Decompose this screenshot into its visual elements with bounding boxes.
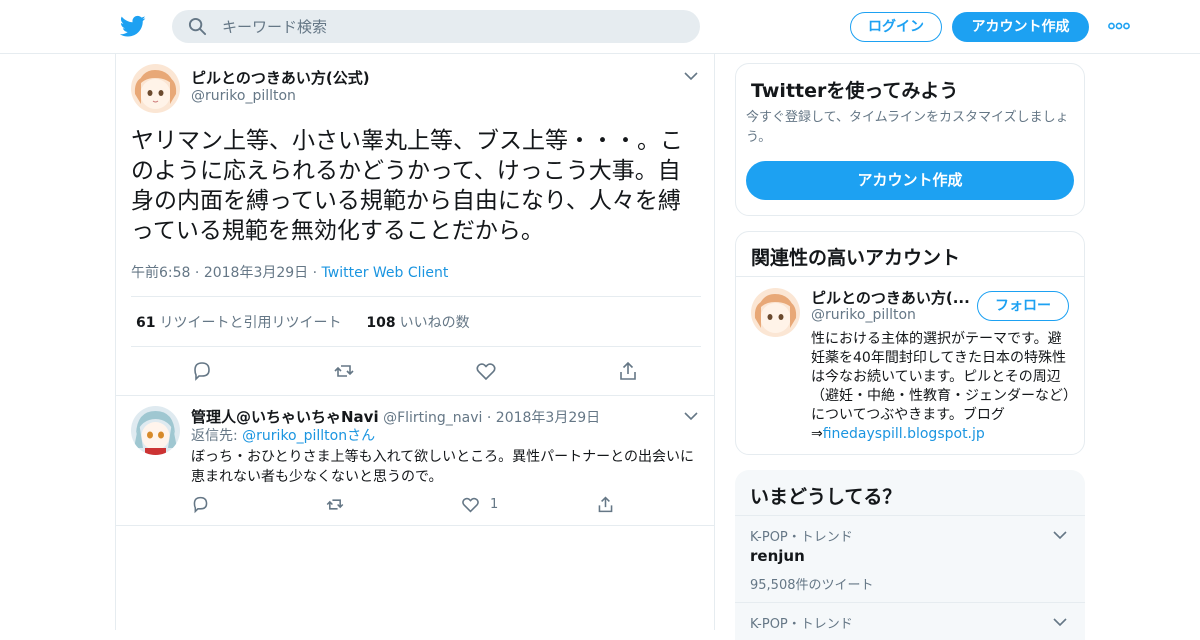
retweet-icon[interactable] — [333, 360, 355, 382]
meta-separator: · — [194, 265, 204, 281]
reply-date[interactable]: 2018年3月29日 — [496, 410, 600, 426]
tweet-author-handle[interactable]: @ruriko_pillton — [191, 88, 296, 104]
trends-panel: いまどうしてる？ K-POP・トレンド renjun 95,508件のツイート … — [735, 470, 1085, 640]
like-stat-label: いいねの数 — [399, 315, 470, 331]
tweet-text: ヤリマン上等、小さい睾丸上等、ブス上等・・・。このように応えられるかどうかって、… — [131, 128, 683, 244]
divider — [131, 346, 701, 347]
avatar[interactable] — [131, 406, 180, 455]
login-button[interactable]: ログイン — [850, 12, 942, 42]
retweet-stat[interactable]: 61 リツイートと引用リツイート — [136, 315, 341, 331]
chevron-down-icon[interactable] — [684, 411, 698, 421]
follow-button[interactable]: フォロー — [977, 291, 1069, 321]
tweet-stats: 61 リツイートと引用リツイート 108 いいねの数 — [136, 312, 470, 332]
reply-author-handle[interactable]: @Flirting_navi — [383, 410, 482, 426]
share-icon[interactable] — [596, 495, 615, 514]
timeline-column: ピルとのつきあい方(公式) @ruriko_pillton ヤリマン上等、小さい… — [115, 54, 715, 630]
related-accounts-card: 関連性の高いアカウント ピルとのつきあい方(... @ruriko_pillto… — [735, 231, 1085, 455]
tweet-date[interactable]: 2018年3月29日 — [204, 265, 308, 281]
avatar[interactable] — [751, 288, 800, 337]
signup-card: Twitterを使ってみよう 今すぐ登録して、タイムラインをカスタマイズしましょ… — [735, 63, 1085, 216]
chevron-down-icon[interactable] — [1053, 530, 1067, 540]
tweet-meta: 午前6:58 · 2018年3月29日 · Twitter Web Client — [131, 262, 448, 282]
meta-separator: · — [312, 265, 322, 281]
reply-to-link[interactable]: @ruriko_pilltonさん — [242, 428, 375, 444]
related-account-name[interactable]: ピルとのつきあい方(... — [811, 287, 970, 308]
more-dots-icon[interactable] — [1108, 22, 1130, 30]
reply-like-count: 1 — [490, 497, 499, 512]
like-heart-icon[interactable] — [461, 495, 480, 514]
tweet-time[interactable]: 午前6:58 — [131, 265, 190, 281]
twitter-bird-icon[interactable] — [120, 13, 146, 39]
reply-icon[interactable] — [191, 360, 213, 382]
meta-separator: · — [486, 410, 492, 426]
related-accounts-title: 関連性の高いアカウント — [751, 247, 961, 269]
signup-card-title: Twitterを使ってみよう — [751, 80, 959, 102]
reply-to-line: 返信先: @ruriko_pilltonさん — [191, 426, 701, 446]
divider — [116, 525, 714, 526]
like-count: 108 — [366, 315, 396, 331]
chevron-down-icon[interactable] — [1053, 617, 1067, 627]
search-input[interactable] — [222, 10, 682, 43]
search-icon — [188, 17, 207, 36]
like-heart-icon[interactable] — [475, 360, 497, 382]
retweet-icon[interactable] — [325, 495, 345, 514]
chevron-down-icon[interactable] — [684, 71, 698, 81]
trend-item[interactable]: K-POP・トレンド renjun 95,508件のツイート — [735, 515, 1085, 602]
signup-card-button[interactable]: アカウント作成 — [746, 161, 1074, 200]
avatar[interactable] — [131, 64, 180, 113]
trend-item[interactable]: K-POP・トレンド — [735, 602, 1085, 640]
divider — [131, 296, 701, 297]
share-icon[interactable] — [617, 360, 639, 382]
divider — [116, 395, 714, 396]
trend-name: renjun — [750, 547, 805, 565]
trends-title: いまどうしてる？ — [750, 486, 902, 508]
trend-context: K-POP・トレンド — [750, 530, 853, 545]
search-bar — [172, 10, 700, 43]
signup-card-description: 今すぐ登録して、タイムラインをカスタマイズしましょう。 — [746, 110, 1069, 145]
divider — [736, 276, 1084, 277]
reply-text: ぼっち・おひとりさま上等も入れて欲しいところ。異性パートナーとの出会いに恵まれな… — [191, 449, 695, 485]
retweet-stat-label: リツイートと引用リツイート — [159, 315, 342, 331]
related-account-handle[interactable]: @ruriko_pillton — [811, 307, 916, 323]
top-navigation-bar: ログイン アカウント作成 — [0, 0, 1200, 54]
related-account-bio: 性における主体的選択がテーマです。避妊薬を40年間封印してきた日本の特殊性は今な… — [811, 330, 1073, 444]
retweet-count: 61 — [136, 315, 156, 331]
bio-link[interactable]: finedayspill.blogspot.jp — [823, 426, 985, 442]
reply-icon[interactable] — [191, 495, 210, 514]
trend-context: K-POP・トレンド — [750, 617, 853, 632]
reply-author-name[interactable]: 管理人@いちゃいちゃNavi — [191, 408, 379, 426]
tweet-client-link[interactable]: Twitter Web Client — [322, 265, 449, 281]
reply-to-prefix: 返信先: — [191, 428, 243, 444]
tweet-author-name[interactable]: ピルとのつきあい方(公式) — [191, 67, 370, 88]
reply-header: 管理人@いちゃいちゃNavi @Flirting_navi · 2018年3月2… — [191, 406, 600, 427]
like-stat[interactable]: 108 いいねの数 — [366, 315, 469, 331]
trend-tweet-count: 95,508件のツイート — [750, 578, 874, 593]
signup-button[interactable]: アカウント作成 — [952, 12, 1089, 42]
